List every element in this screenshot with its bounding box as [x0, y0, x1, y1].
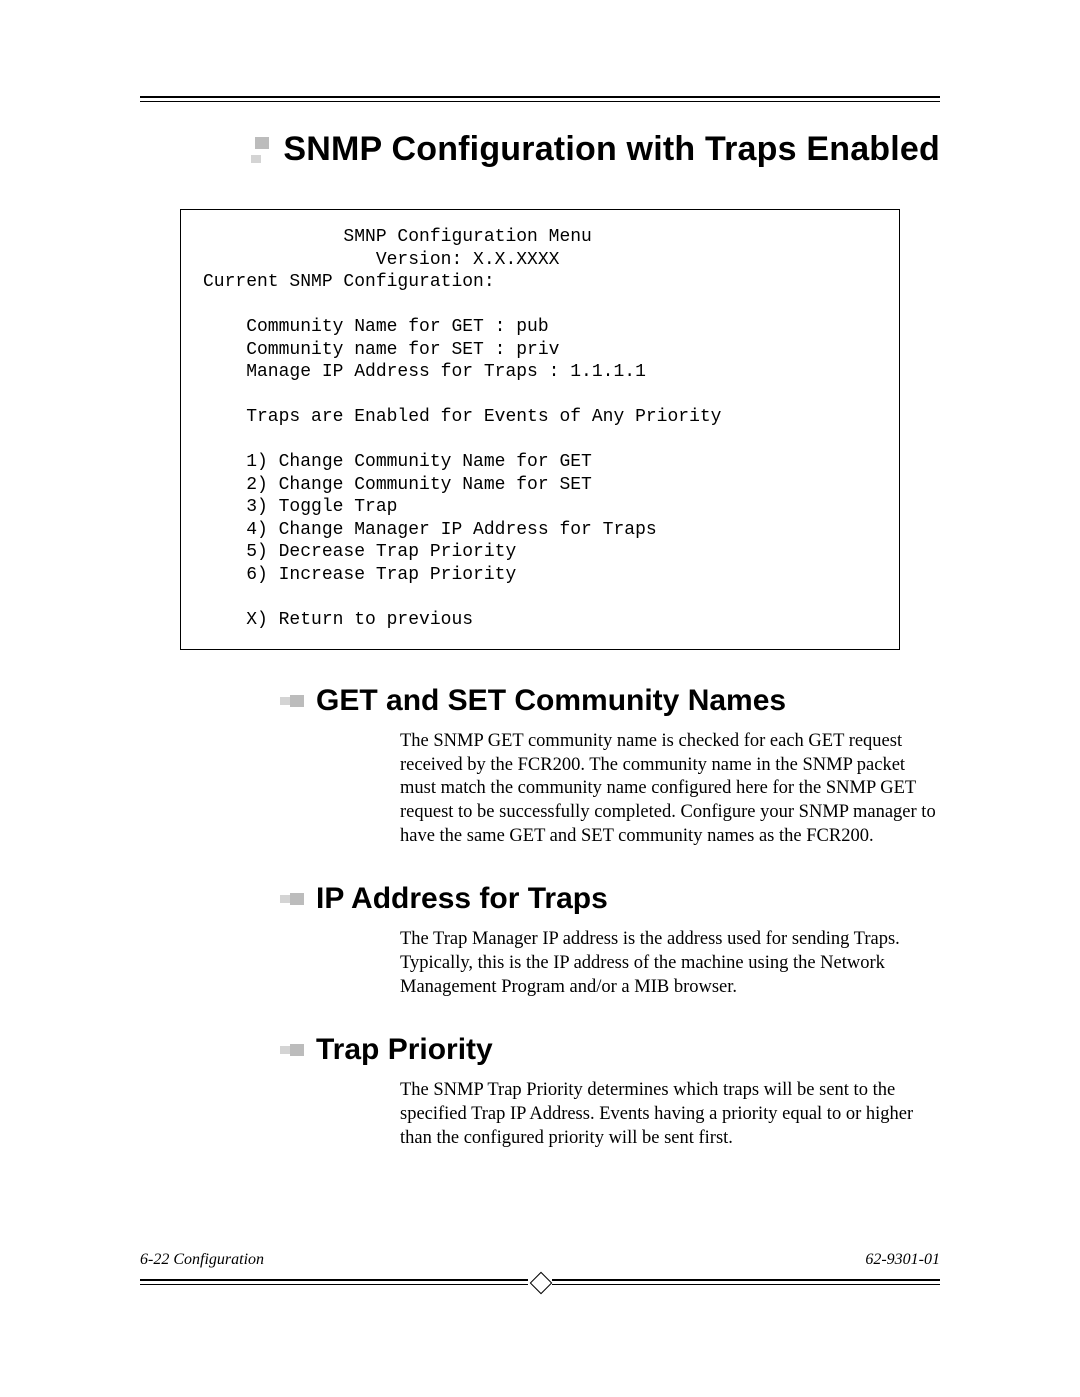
section-ip-traps: IP Address for Traps The Trap Manager IP…: [140, 882, 940, 999]
top-rule: [140, 96, 940, 102]
snmp-config-box: SMNP Configuration Menu Version: X.X.XXX…: [180, 209, 900, 650]
body-trap-priority: The SNMP Trap Priority determines which …: [400, 1079, 940, 1150]
section-get-set: GET and SET Community Names The SNMP GET…: [140, 684, 940, 848]
section-trap-priority: Trap Priority The SNMP Trap Priority det…: [140, 1033, 940, 1150]
footer-right: 62-9301-01: [865, 1251, 940, 1269]
section-bullet-icon: [280, 890, 306, 908]
subheading-trap-priority: Trap Priority: [316, 1033, 493, 1067]
main-heading-row: SNMP Configuration with Traps Enabled: [140, 130, 940, 169]
section-bullet-icon: [251, 137, 273, 163]
section-bullet-icon: [280, 692, 306, 710]
body-get-set: The SNMP GET community name is checked f…: [400, 730, 940, 848]
footer-line: 6-22 Configuration 62-9301-01: [140, 1251, 940, 1269]
snmp-config-text: SMNP Configuration Menu Version: X.X.XXX…: [203, 226, 877, 631]
subheading-row: IP Address for Traps: [280, 882, 940, 916]
subheading-ip-traps: IP Address for Traps: [316, 882, 608, 916]
section-bullet-icon: [280, 1041, 306, 1059]
page: SNMP Configuration with Traps Enabled SM…: [0, 0, 1080, 1397]
page-footer: 6-22 Configuration 62-9301-01: [140, 1251, 940, 1287]
footer-rule: [140, 1273, 940, 1287]
diamond-icon: [530, 1272, 553, 1295]
subheading-get-set: GET and SET Community Names: [316, 684, 786, 718]
subheading-row: GET and SET Community Names: [280, 684, 940, 718]
body-ip-traps: The Trap Manager IP address is the addre…: [400, 928, 940, 999]
footer-left: 6-22 Configuration: [140, 1251, 264, 1269]
subheading-row: Trap Priority: [280, 1033, 940, 1067]
main-heading: SNMP Configuration with Traps Enabled: [283, 130, 940, 169]
content-area: SNMP Configuration with Traps Enabled SM…: [140, 130, 940, 1150]
